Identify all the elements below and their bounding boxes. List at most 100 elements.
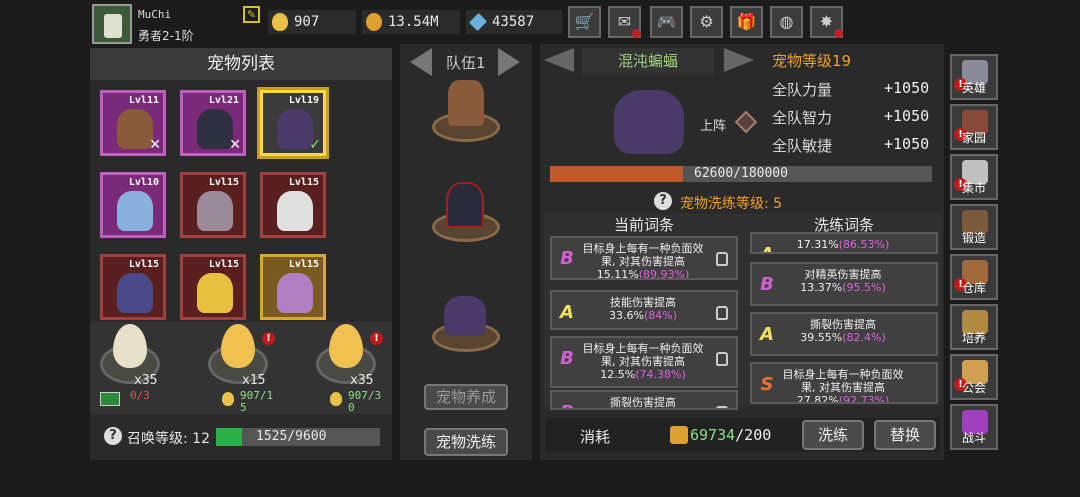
lock-icon[interactable] xyxy=(716,352,728,366)
next-pet-arrow-icon[interactable] xyxy=(724,48,754,72)
deploy-label: 上阵 xyxy=(700,119,727,134)
egg-currency-counter: 907 xyxy=(268,10,356,34)
pet-level: Lvl10 xyxy=(128,177,159,188)
refine-stone-icon xyxy=(670,426,688,444)
side-nav-button[interactable]: ! 英雄 xyxy=(950,54,998,100)
side-nav-label: 英雄 xyxy=(961,81,986,95)
current-entry-card: B 目标身上每有一种负面效果, 对其伤害提高 15.11%(89.93%) xyxy=(550,236,738,280)
stat-value: +1050 xyxy=(884,79,930,97)
entry-pct: (84%) xyxy=(643,309,677,322)
pet-slot[interactable]: Lvl19 ✓ xyxy=(260,90,326,156)
egg-currency-icon xyxy=(330,392,342,406)
pet-level: Lvl21 xyxy=(208,95,239,106)
colorwheel-icon[interactable]: ◍ xyxy=(770,6,803,38)
side-nav-button[interactable]: ! 集市 xyxy=(950,154,998,200)
side-nav-button[interactable]: 锻造 xyxy=(950,204,998,250)
side-nav-button[interactable]: ! 公会 xyxy=(950,354,998,400)
egg-icon[interactable] xyxy=(113,324,147,368)
lock-icon[interactable] xyxy=(716,306,728,320)
video-ad-icon[interactable] xyxy=(100,392,120,406)
firework-icon[interactable]: ✸ xyxy=(810,6,843,38)
entry-desc: 目标身上每有一种负面效果, 对其伤害提高 xyxy=(582,242,704,268)
entry-pct: (89.93%) xyxy=(638,268,690,280)
side-nav-label: 集市 xyxy=(961,181,986,195)
pet-slot[interactable]: Lvl15 xyxy=(180,254,246,320)
entry-text: 目标身上每有一种负面效果, 对其伤害提高 15.11%(89.93%) xyxy=(576,242,710,280)
gamepad-icon[interactable]: 🎮 xyxy=(650,6,683,38)
grade-badge: A xyxy=(760,242,774,252)
wash-button[interactable]: 洗练 xyxy=(802,420,864,450)
pet-slot[interactable]: Lvl15 xyxy=(100,254,166,320)
team-title: 队伍1 xyxy=(446,54,486,72)
entry-val: 33.6% xyxy=(609,309,644,322)
edit-icon[interactable]: ✎ xyxy=(243,6,260,23)
entry-val: 39.55% xyxy=(800,331,843,344)
entry-pct: (82.4%) xyxy=(842,331,886,344)
gift-icon[interactable]: 🎁 xyxy=(730,6,763,38)
pet-sprite xyxy=(117,109,153,149)
pet-level: Lvl19 xyxy=(288,95,319,106)
refine-help-icon[interactable]: ? xyxy=(654,192,672,210)
stat-value: +1050 xyxy=(884,107,930,125)
pet-level: Lvl15 xyxy=(208,259,239,270)
lock-icon[interactable] xyxy=(716,252,728,266)
side-nav-button[interactable]: 培养 xyxy=(950,304,998,350)
pet-slot[interactable]: Lvl11 ✕ xyxy=(100,90,166,156)
lock-icon[interactable] xyxy=(716,406,728,408)
current-entry-card: A 技能伤害提高 33.6%(84%) xyxy=(550,290,738,330)
entry-pct: (95.5%) xyxy=(842,281,886,294)
entry-text: 对精英伤害提高 13.37%(95.5%) xyxy=(776,268,910,294)
pet-level: Lvl15 xyxy=(128,259,159,270)
mail-icon[interactable]: ✉ xyxy=(608,6,641,38)
stat-value: +1050 xyxy=(884,135,930,153)
pet-slot[interactable]: Lvl10 xyxy=(100,172,166,238)
pet-level: Lvl15 xyxy=(288,177,319,188)
pet-slot[interactable]: Lvl21 ✕ xyxy=(180,90,246,156)
pet-slot[interactable]: Lvl15 xyxy=(180,172,246,238)
side-nav-button[interactable]: 战斗 xyxy=(950,404,998,450)
alert-icon: ! xyxy=(262,332,275,345)
entry-val: 12.5% xyxy=(600,368,636,381)
prev-team-arrow-icon[interactable] xyxy=(410,48,432,76)
entry-text: 撕裂伤害提高 xyxy=(576,396,710,409)
cost-label: 消耗 xyxy=(580,428,611,446)
pet-slot[interactable]: Lvl15 xyxy=(260,172,326,238)
stat-label: 全队智力 xyxy=(772,109,833,127)
side-nav-button[interactable]: ! 家园 xyxy=(950,104,998,150)
pet-slot[interactable]: Lvl15 xyxy=(260,254,326,320)
entry-text: 撕裂伤害提高 39.55%(82.4%) xyxy=(776,318,910,344)
shop-cart-icon[interactable]: 🛒 xyxy=(568,6,601,38)
entry-value: 13.37%(95.5%) xyxy=(776,281,910,294)
replace-button[interactable]: 替换 xyxy=(874,420,936,450)
entry-value: 17.31%(86.53%) xyxy=(776,238,910,251)
egg-count: x15 xyxy=(242,373,266,388)
pet-feed-button[interactable]: 宠物养成 xyxy=(424,384,508,410)
current-entry-card: B 撕裂伤害提高 xyxy=(550,390,738,410)
gear-icon[interactable]: ⚙ xyxy=(690,6,723,38)
summon-progress-text: 1525/9600 xyxy=(256,429,327,444)
entry-desc: 技能伤害提高 xyxy=(610,296,676,309)
entry-desc: 撕裂伤害提高 xyxy=(810,318,876,331)
egg-icon[interactable] xyxy=(329,324,363,368)
current-entry-card: B 目标身上每有一种负面效果, 对其伤害提高 12.5%(74.38%) xyxy=(550,336,738,388)
entry-desc: 撕裂伤害提高 xyxy=(610,396,676,409)
refine-level: 宠物洗练等级: 5 xyxy=(680,196,783,212)
side-nav-button[interactable]: ! 仓库 xyxy=(950,254,998,300)
refine-entry-card: B 对精英伤害提高 13.37%(95.5%) xyxy=(750,262,938,306)
player-avatar[interactable] xyxy=(92,4,132,44)
entry-val: 17.31% xyxy=(796,238,839,251)
close-icon: ✕ xyxy=(229,137,241,153)
next-team-arrow-icon[interactable] xyxy=(498,48,520,76)
exp-text: 62600/180000 xyxy=(694,166,788,181)
pet-wash-button[interactable]: 宠物洗练 xyxy=(424,428,508,456)
side-nav-label: 培养 xyxy=(961,331,986,345)
help-icon[interactable]: ? xyxy=(104,427,122,445)
egg-count: x35 xyxy=(350,373,374,388)
prev-pet-arrow-icon[interactable] xyxy=(544,48,574,72)
pet-sprite xyxy=(117,273,153,313)
entry-desc: 目标身上每有一种负面效果, 对其伤害提高 xyxy=(782,368,904,394)
egg-icon[interactable] xyxy=(221,324,255,368)
check-icon: ✓ xyxy=(309,137,321,153)
entry-value: 15.11%(89.93%) xyxy=(576,268,710,280)
pet-sprite xyxy=(197,109,233,149)
